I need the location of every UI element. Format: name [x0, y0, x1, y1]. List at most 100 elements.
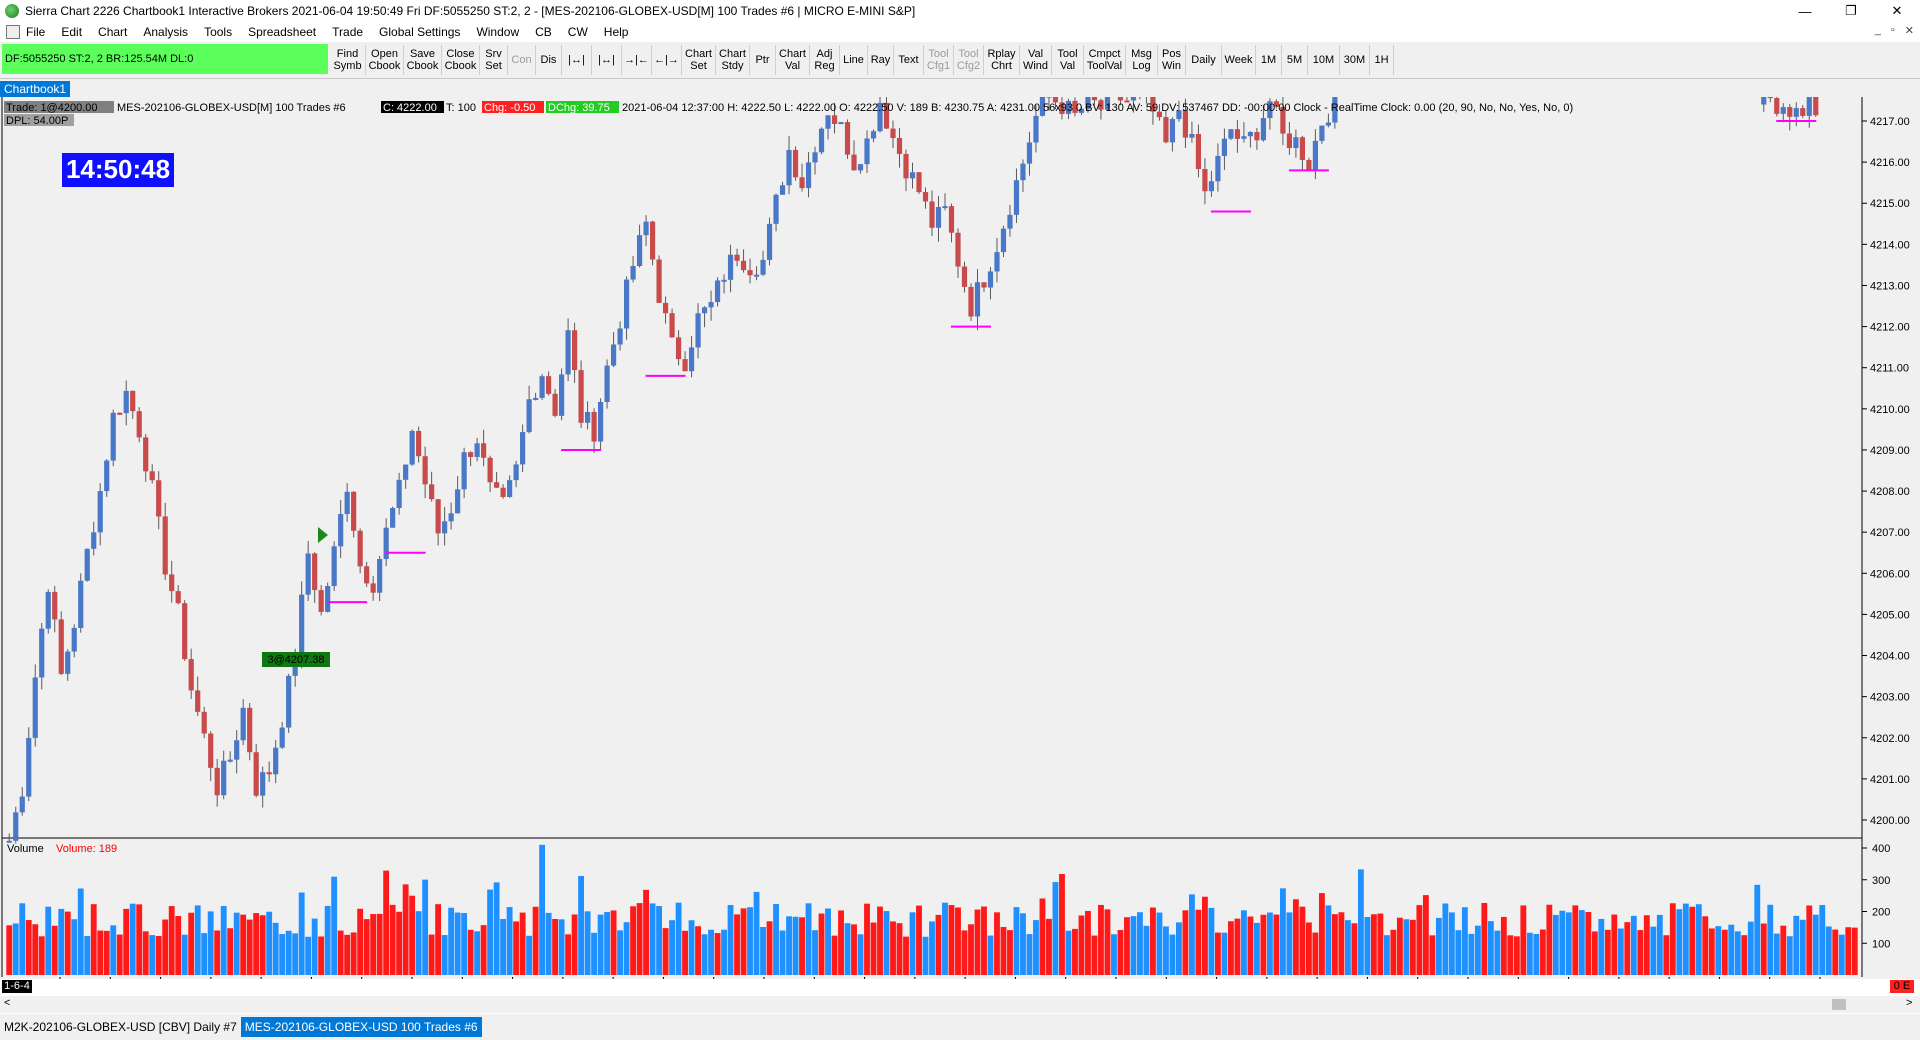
volume-bar	[1520, 905, 1527, 975]
toolbar-button-4[interactable]: Srv Set	[480, 45, 508, 75]
menu-global-settings[interactable]: Global Settings	[379, 25, 460, 39]
toolbar-button-21[interactable]: Rplay Chrt	[984, 45, 1020, 75]
scroll-left-icon[interactable]: <	[4, 997, 10, 1009]
volume-bar	[214, 930, 221, 975]
volume-bar	[1481, 902, 1488, 975]
toolbar-button-28[interactable]: Week	[1222, 45, 1256, 75]
toolbar-button-2[interactable]: Save Cbook	[404, 45, 442, 75]
horizontal-scrollbar[interactable]: < >	[0, 996, 1920, 1013]
menu-trade[interactable]: Trade	[332, 25, 363, 39]
toolbar-button-5[interactable]: Con	[508, 45, 536, 75]
volume-bar	[1052, 882, 1059, 975]
toolbar-button-24[interactable]: Cmpct ToolVal	[1084, 45, 1126, 75]
minimize-icon[interactable]: —	[1782, 0, 1828, 22]
toolbar-button-31[interactable]: 10M	[1308, 45, 1340, 75]
volume-bar	[519, 912, 526, 975]
toolbar-button-18[interactable]: Text	[894, 45, 924, 75]
toolbar-button-29[interactable]: 1M	[1256, 45, 1282, 75]
toolbar-button-16[interactable]: Line	[840, 45, 868, 75]
toolbar-button-11[interactable]: Chart Set	[682, 45, 716, 75]
toolbar-button-label: Chart	[685, 48, 712, 60]
price-bar	[331, 541, 337, 591]
toolbar-button-9[interactable]: →|←	[622, 45, 652, 75]
menu-chart[interactable]: Chart	[98, 25, 127, 39]
toolbar-button-22[interactable]: Val Wind	[1020, 45, 1052, 75]
toolbar-button-12[interactable]: Chart Stdy	[716, 45, 750, 75]
volume-bar	[1072, 928, 1078, 975]
volume-bar	[1416, 905, 1423, 975]
toolbar-button-1[interactable]: Open Cbook	[366, 45, 404, 75]
volume-bar	[1098, 904, 1104, 975]
toolbar-button-3[interactable]: Close Cbook	[442, 45, 480, 75]
chartbook-tab[interactable]: Chartbook1	[0, 81, 71, 97]
menu-cb[interactable]: CB	[535, 25, 552, 39]
maximize-icon[interactable]: ❐	[1828, 0, 1874, 22]
price-bar	[818, 127, 825, 155]
price-bar	[1228, 129, 1234, 141]
volume-bar	[1513, 936, 1520, 975]
volume-bar	[1630, 915, 1637, 975]
volume-bar	[779, 930, 786, 975]
menu-analysis[interactable]: Analysis	[143, 25, 188, 39]
menu-tools[interactable]: Tools	[204, 25, 232, 39]
toolbar-button-label: ←|→	[654, 54, 679, 66]
toolbar-button-6[interactable]: Dis	[536, 45, 562, 75]
toolbar-button-15[interactable]: Adj Reg	[810, 45, 840, 75]
toolbar-button-sublabel: Reg	[814, 60, 835, 72]
toolbar-button-20[interactable]: Tool Cfg2	[954, 45, 984, 75]
volume-bar	[175, 915, 182, 975]
tab-mes-100-trades[interactable]: MES-202106-GLOBEX-USD 100 Trades #6	[240, 1017, 482, 1037]
toolbar-button-26[interactable]: Pos Win	[1158, 45, 1186, 75]
volume-bar	[760, 926, 766, 975]
price-bar	[78, 573, 84, 633]
scroll-right-icon[interactable]: >	[1906, 997, 1912, 1009]
toolbar-button-10[interactable]: ←|→	[652, 45, 682, 75]
window-title: Sierra Chart 2226 Chartbook1 Interactive…	[25, 4, 916, 18]
volume-bar	[6, 925, 13, 975]
scroll-thumb[interactable]	[1832, 999, 1846, 1010]
volume-bar	[1546, 904, 1553, 975]
volume-bar	[1234, 918, 1241, 975]
volume-bar	[974, 909, 981, 975]
toolbar-button-label: Text	[898, 54, 919, 66]
toolbar-button-8[interactable]: |↔|	[592, 45, 622, 75]
volume-bar	[1279, 888, 1286, 975]
volume-bar	[558, 919, 565, 975]
price-tick-label: 4204.00	[1870, 651, 1910, 663]
menu-cw[interactable]: CW	[568, 25, 588, 39]
mdi-minimize-icon[interactable]: _	[1875, 24, 1881, 37]
toolbar-button-32[interactable]: 30M	[1340, 45, 1370, 75]
toolbar-button-0[interactable]: Find Symb	[330, 45, 366, 75]
menu-spreadsheet[interactable]: Spreadsheet	[248, 25, 316, 39]
volume-bar	[766, 921, 773, 975]
price-bar	[916, 172, 922, 194]
menu-help[interactable]: Help	[604, 25, 629, 39]
chart-area[interactable]: 4217.00 4216.00 4215.00 4214.00 4213.00 4212.…	[0, 75, 1920, 994]
volume-bar	[1578, 910, 1585, 975]
toolbar-button-13[interactable]: Ptr	[750, 45, 776, 75]
menu-edit[interactable]: Edit	[61, 25, 82, 39]
volume-bar	[285, 930, 292, 975]
mdi-close-icon[interactable]: ✕	[1905, 24, 1914, 37]
toolbar-button-27[interactable]: Daily	[1186, 45, 1222, 75]
menu-file[interactable]: File	[26, 25, 45, 39]
close-icon[interactable]: ✕	[1874, 0, 1920, 22]
fill-label: 3@4207.38	[267, 654, 324, 666]
toolbar-button-23[interactable]: Tool Val	[1052, 45, 1084, 75]
price-chart[interactable]: 4217.00 4216.00 4215.00 4214.00 4213.00 4212.…	[0, 75, 1920, 994]
volume-bar	[1604, 929, 1611, 975]
toolbar-button-17[interactable]: Ray	[868, 45, 894, 75]
tab-m2k-daily[interactable]: M2K-202106-GLOBEX-USD [CBV] Daily #7	[0, 1017, 241, 1037]
toolbar-button-30[interactable]: 5M	[1282, 45, 1308, 75]
volume-bar	[1117, 930, 1124, 975]
toolbar-button-7[interactable]: |↔|	[562, 45, 592, 75]
mdi-restore-icon[interactable]: ▫	[1891, 24, 1895, 37]
toolbar-button-33[interactable]: 1H	[1370, 45, 1394, 75]
toolbar-button-25[interactable]: Msg Log	[1126, 45, 1158, 75]
toolbar-button-19[interactable]: Tool Cfg1	[924, 45, 954, 75]
menu-window[interactable]: Window	[476, 25, 519, 39]
toolbar-button-sublabel: Set	[485, 60, 502, 72]
volume-bar	[1617, 928, 1624, 975]
close-label: C: 4222.00	[383, 102, 437, 114]
toolbar-button-14[interactable]: Chart Val	[776, 45, 810, 75]
